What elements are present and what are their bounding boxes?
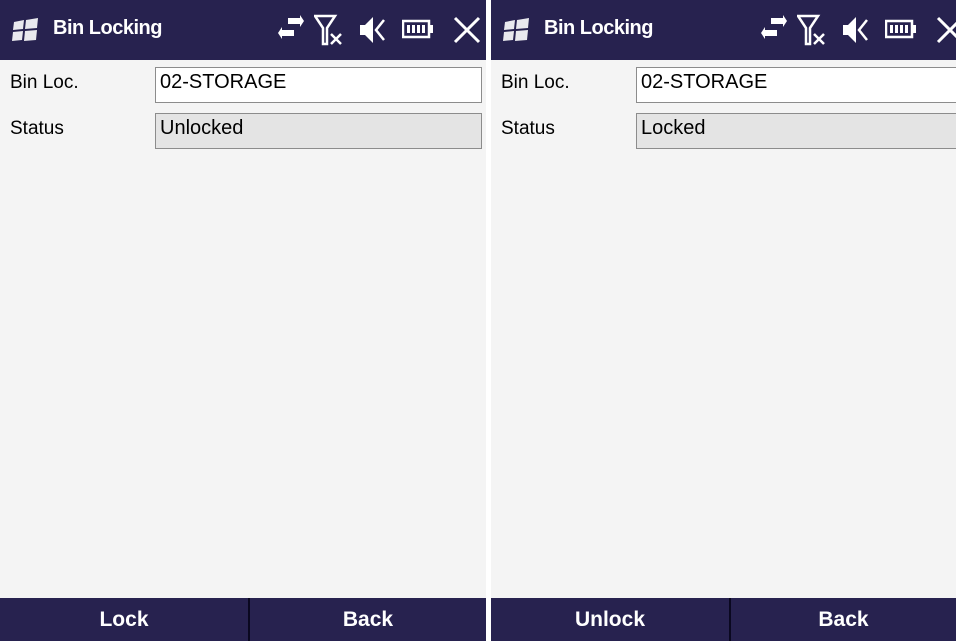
softkey-bar: Lock Back xyxy=(0,598,486,641)
title-bar: Bin Locking xyxy=(491,0,956,60)
status-field: Locked xyxy=(636,113,956,149)
status-label: Status xyxy=(10,118,64,139)
bin-location-label: Bin Loc. xyxy=(10,72,79,93)
bin-location-input[interactable]: 02-STORAGE xyxy=(155,67,482,103)
unlock-softkey[interactable]: Unlock xyxy=(491,598,729,641)
bin-location-input[interactable]: 02-STORAGE xyxy=(636,67,956,103)
windows-start-icon[interactable] xyxy=(503,18,531,42)
sync-arrows-icon[interactable] xyxy=(761,14,787,44)
windows-start-icon[interactable] xyxy=(12,18,40,42)
softkey-bar: Unlock Back xyxy=(491,598,956,641)
no-signal-icon[interactable] xyxy=(314,14,344,46)
battery-icon[interactable] xyxy=(402,14,434,44)
window-title: Bin Locking xyxy=(53,17,162,39)
back-softkey[interactable]: Back xyxy=(250,598,486,641)
status-label: Status xyxy=(501,118,555,139)
screen-locked: Bin Locking Bin Loc. 02-STORAGE Status L… xyxy=(491,0,956,641)
sync-arrows-icon[interactable] xyxy=(278,14,304,44)
close-icon[interactable] xyxy=(452,14,482,46)
screen-unlocked: Bin Locking Bin Loc. 02-STORAGE Status U… xyxy=(0,0,486,641)
status-field: Unlocked xyxy=(155,113,482,149)
lock-softkey[interactable]: Lock xyxy=(0,598,248,641)
title-bar: Bin Locking xyxy=(0,0,486,60)
no-signal-icon[interactable] xyxy=(797,14,827,46)
back-softkey[interactable]: Back xyxy=(731,598,956,641)
battery-icon[interactable] xyxy=(885,14,917,44)
close-icon[interactable] xyxy=(935,14,956,46)
window-title: Bin Locking xyxy=(544,17,653,39)
speaker-muted-icon[interactable] xyxy=(356,14,386,46)
bin-location-label: Bin Loc. xyxy=(501,72,570,93)
speaker-muted-icon[interactable] xyxy=(839,14,869,46)
